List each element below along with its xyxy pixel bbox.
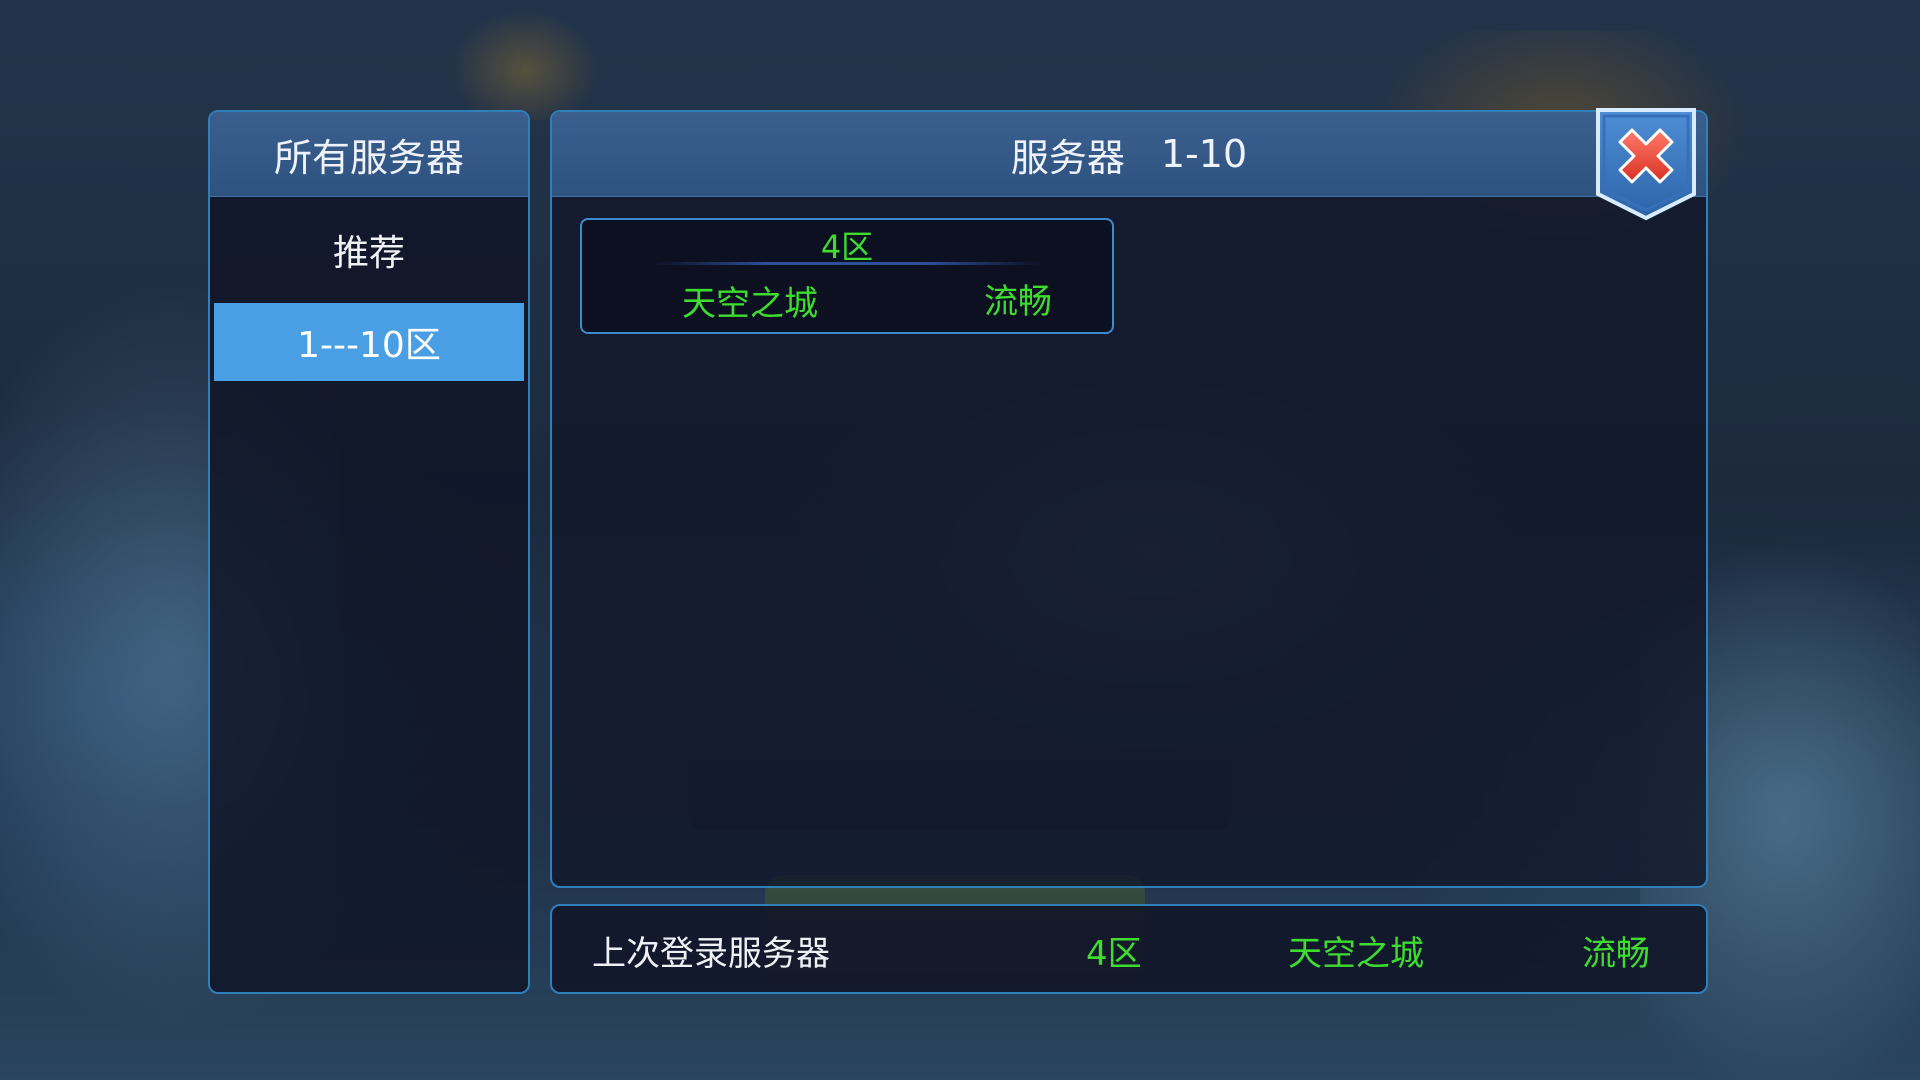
- background-bee-character: [450, 10, 600, 120]
- category-panel-title: 所有服务器: [210, 112, 528, 197]
- last-login-bar[interactable]: 上次登录服务器 4区 天空之城 流畅: [550, 904, 1708, 994]
- close-icon: [1596, 108, 1696, 221]
- server-card[interactable]: 4区 天空之城 流畅: [580, 218, 1114, 334]
- server-range-label: 1-10: [1160, 132, 1248, 176]
- last-login-status: 流畅: [1582, 934, 1650, 974]
- last-login-server-name: 天空之城: [1288, 934, 1424, 974]
- server-name: 天空之城: [682, 284, 818, 324]
- server-list-header: 服务器 1-10: [552, 112, 1706, 197]
- game-screen: 所有服务器 推荐 1---10区 服务器 1-10 4区 天空之城 流畅 上次登…: [0, 0, 1920, 1080]
- category-item-recommended[interactable]: 推荐: [214, 211, 524, 289]
- last-login-label: 上次登录服务器: [592, 934, 830, 974]
- close-button[interactable]: [1594, 106, 1698, 222]
- server-category-panel: 所有服务器 推荐 1---10区: [208, 110, 530, 994]
- server-list-panel: 服务器 1-10 4区 天空之城 流畅: [550, 110, 1708, 888]
- last-login-zone: 4区: [1086, 934, 1142, 974]
- category-item-1-10[interactable]: 1---10区: [214, 303, 524, 381]
- server-list-title: 服务器: [1010, 135, 1125, 180]
- server-card-divider: [652, 262, 1042, 265]
- server-status: 流畅: [984, 282, 1052, 322]
